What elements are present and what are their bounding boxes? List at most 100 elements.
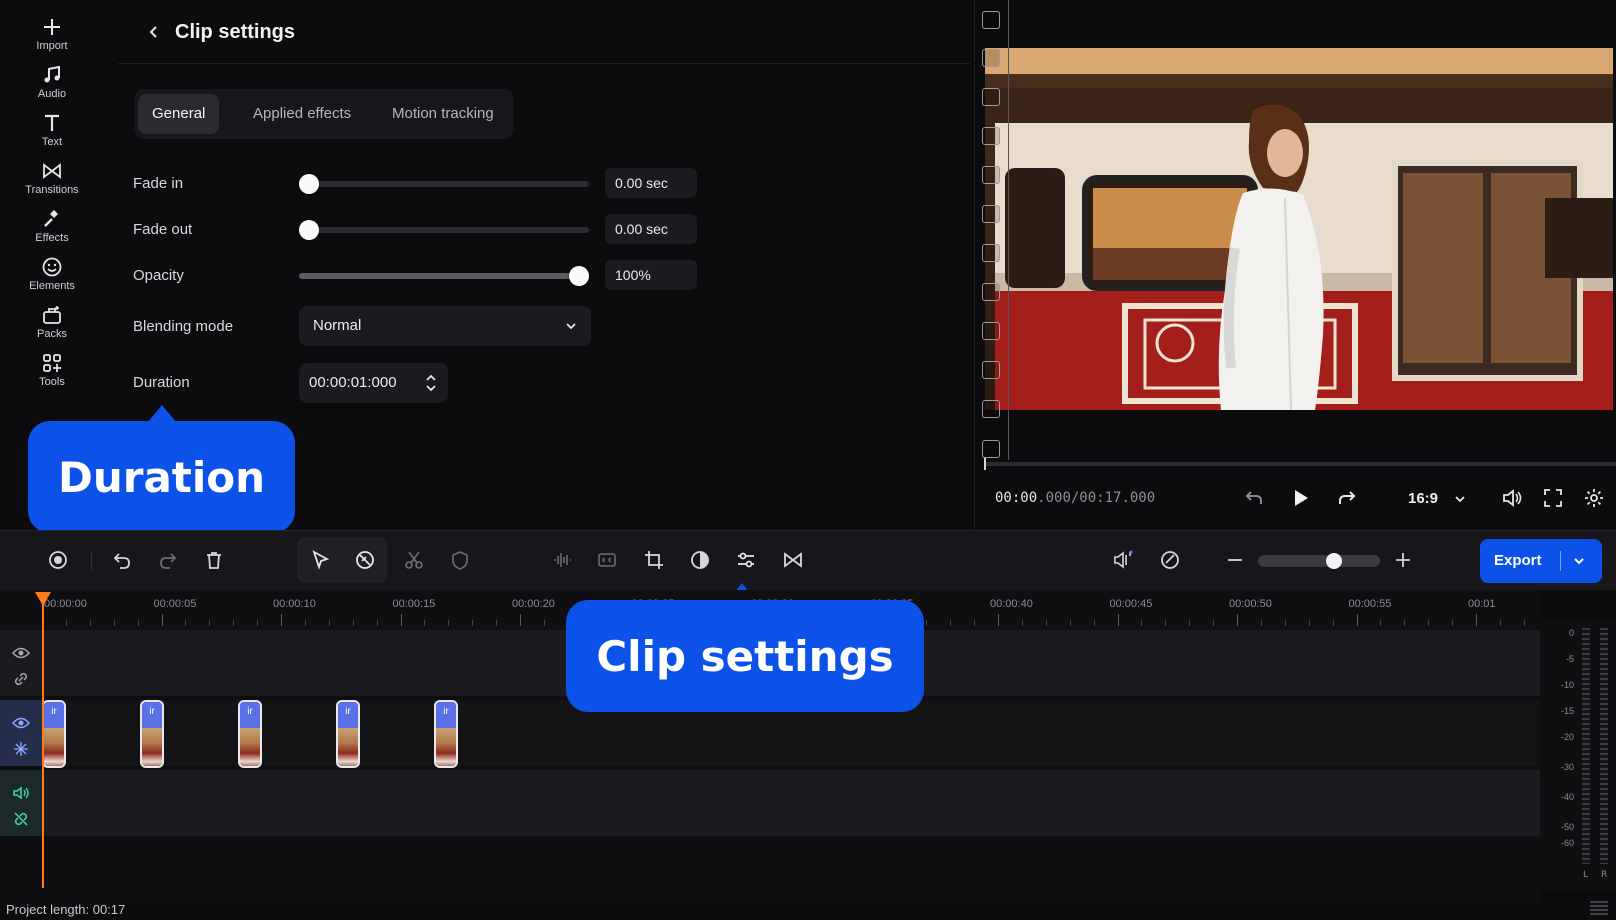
crop-handle[interactable] [982, 166, 1000, 184]
unlink-icon[interactable] [12, 810, 30, 828]
crop-handle[interactable] [982, 361, 1000, 379]
magnet-tool-button[interactable] [348, 543, 382, 577]
overlay-track-header [0, 630, 42, 696]
crop-icon [645, 551, 663, 569]
tab-general[interactable]: General [138, 94, 220, 134]
ruler-tick [1117, 614, 1119, 626]
crop-button[interactable] [637, 543, 671, 577]
zoom-out-icon[interactable] [1224, 549, 1246, 571]
chevron-down-icon [566, 323, 576, 330]
fade-out-value-field[interactable]: 0.00 sec [605, 214, 697, 244]
clip-settings-button[interactable] [729, 543, 763, 577]
tab-applied-effects[interactable]: Applied effects [239, 94, 365, 134]
undo-button[interactable] [105, 543, 139, 577]
timeline-clip[interactable]: ir [434, 700, 458, 768]
sidebar-item-audio[interactable]: Audio [0, 64, 104, 110]
volume-icon[interactable] [12, 784, 30, 802]
eye-icon[interactable] [12, 644, 30, 662]
color-adjust-button[interactable] [683, 543, 717, 577]
volume-icon[interactable] [1500, 486, 1524, 510]
ruler-minor-tick [448, 620, 450, 626]
crop-handle[interactable] [982, 127, 1000, 145]
export-button[interactable]: Export [1480, 539, 1602, 583]
delete-button[interactable] [197, 543, 231, 577]
select-tool-button[interactable] [303, 543, 337, 577]
ruler-minor-tick [257, 620, 259, 626]
sidebar-item-transitions[interactable]: Transitions [0, 160, 104, 206]
ruler-minor-tick [1308, 620, 1310, 626]
zoom-slider[interactable] [1258, 555, 1380, 567]
sidebar-item-elements[interactable]: Elements [0, 256, 104, 302]
sidebar-item-import[interactable]: Import [0, 16, 104, 62]
crop-handle[interactable] [982, 49, 1000, 67]
redo-step-icon[interactable] [1335, 486, 1359, 510]
meter-left-label: L [1583, 870, 1589, 880]
sidebar-item-effects[interactable]: Effects [0, 208, 104, 254]
video-track-header [0, 700, 42, 766]
opacity-slider[interactable] [299, 266, 589, 286]
ruler-minor-tick [472, 620, 474, 626]
timeline-clip[interactable]: ir [238, 700, 262, 768]
fade-in-value-field[interactable]: 0.00 sec [605, 168, 697, 198]
crop-handle[interactable] [982, 440, 1000, 458]
opacity-slider-thumb[interactable] [569, 266, 589, 286]
crop-handle[interactable] [982, 11, 1000, 29]
tab-motion-tracking[interactable]: Motion tracking [378, 94, 508, 134]
crop-handle[interactable] [982, 88, 1000, 106]
audio-split-button[interactable] [545, 543, 579, 577]
captions-button[interactable] [590, 543, 624, 577]
record-button[interactable] [41, 543, 75, 577]
crop-handle[interactable] [982, 322, 1000, 340]
playhead-line[interactable] [42, 600, 44, 888]
gear-icon[interactable] [1582, 486, 1606, 510]
duration-label: Duration [133, 374, 190, 391]
sidebar-item-label: Tools [39, 376, 65, 388]
fade-out-slider-thumb[interactable] [299, 220, 319, 240]
fade-in-slider[interactable] [299, 174, 589, 194]
ruler-minor-tick [352, 620, 354, 626]
audio-detach-button[interactable] [1106, 543, 1140, 577]
fade-in-slider-thumb[interactable] [299, 174, 319, 194]
timeline-clip[interactable]: ir [336, 700, 360, 768]
transition-button[interactable] [776, 543, 810, 577]
timeline-clip[interactable]: ir [140, 700, 164, 768]
link-icon[interactable] [12, 670, 30, 688]
undo-step-icon[interactable] [1242, 486, 1266, 510]
zoom-slider-thumb[interactable] [1326, 553, 1342, 569]
preview-scrubber-knob[interactable] [984, 458, 986, 470]
opacity-value-field[interactable]: 100% [605, 260, 697, 290]
panel-header: Clip settings [118, 0, 970, 64]
playhead-handle[interactable] [35, 592, 51, 606]
ruler-tick [520, 614, 521, 626]
aspect-ratio-select[interactable]: 16:9 [1408, 490, 1438, 507]
stepper-arrows-icon[interactable] [424, 371, 438, 395]
chevron-left-icon[interactable] [146, 24, 162, 40]
play-icon[interactable] [1288, 486, 1312, 510]
split-button[interactable] [397, 543, 431, 577]
crop-handle[interactable] [982, 205, 1000, 223]
redo-button[interactable] [151, 543, 185, 577]
captions-icon [598, 553, 616, 567]
crop-handle[interactable] [982, 400, 1000, 418]
ruler-minor-tick [974, 620, 976, 626]
color-picker-button[interactable] [1153, 543, 1187, 577]
timeline-clip[interactable]: ir [42, 700, 66, 768]
sidebar-item-packs[interactable]: Packs [0, 304, 104, 350]
crop-handle[interactable] [982, 244, 1000, 262]
grid-lines-icon[interactable] [1588, 898, 1610, 918]
preview-scrubber[interactable] [984, 458, 1616, 470]
sidebar-item-text[interactable]: Text [0, 112, 104, 158]
fullscreen-icon[interactable] [1541, 486, 1565, 510]
fade-out-slider[interactable] [299, 220, 589, 240]
sidebar-item-tools[interactable]: Tools [0, 352, 104, 398]
effects-sparkle-icon[interactable] [12, 740, 30, 758]
marker-button[interactable] [443, 543, 477, 577]
crop-handle[interactable] [982, 283, 1000, 301]
video-preview[interactable] [985, 48, 1613, 410]
zoom-in-icon[interactable] [1392, 549, 1414, 571]
audio-track[interactable] [42, 770, 1540, 836]
chevron-down-icon[interactable] [1573, 555, 1585, 567]
duration-field[interactable]: 00:00:01:000 [299, 363, 448, 403]
eye-icon[interactable] [12, 714, 30, 732]
blending-mode-select[interactable]: Normal [299, 306, 591, 346]
